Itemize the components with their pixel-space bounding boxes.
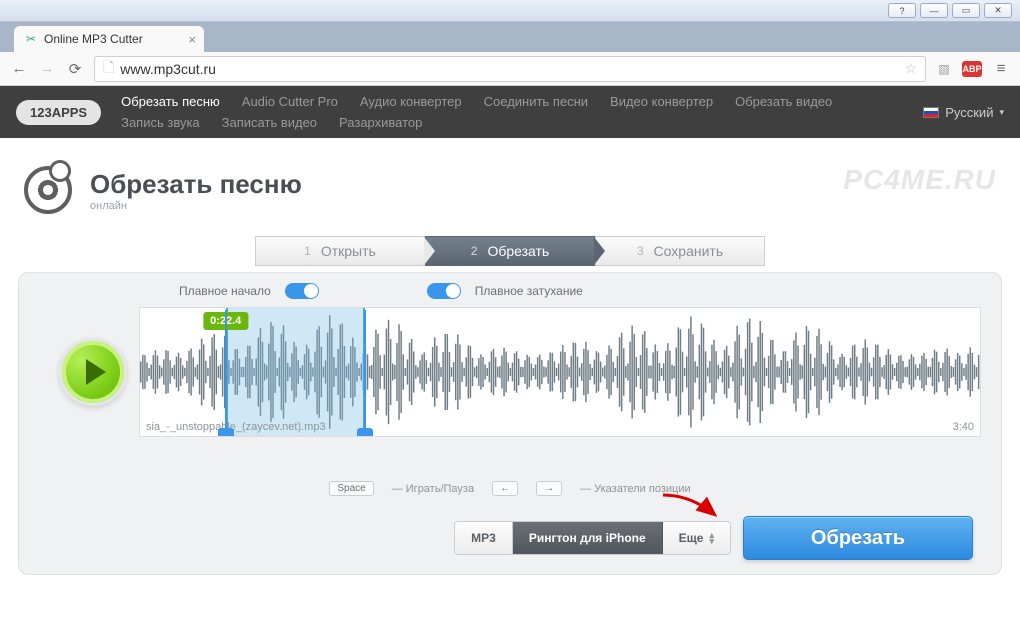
browser-tab-strip: ✂ Online MP3 Cutter × (0, 22, 1020, 52)
bookmark-star-icon[interactable]: ☆ (904, 60, 917, 77)
os-minimize-button[interactable]: — (920, 3, 948, 18)
nav-unarchiver[interactable]: Разархиватор (339, 115, 422, 130)
format-mp3[interactable]: MP3 (455, 522, 513, 554)
annotation-arrow-icon (661, 491, 721, 521)
step-label: Открыть (321, 243, 376, 259)
extension-icon[interactable]: ▧ (936, 61, 952, 77)
flag-ru-icon (923, 107, 939, 118)
close-icon[interactable]: × (188, 32, 196, 47)
language-selector[interactable]: Русский ▾ (923, 105, 1004, 120)
menu-icon[interactable]: ≡ (992, 60, 1010, 77)
step-cut[interactable]: 2 Обрезать (425, 236, 595, 266)
steps-bar: 1 Открыть 2 Обрезать 3 Сохранить (130, 236, 890, 266)
forward-icon[interactable]: → (38, 60, 56, 77)
chevron-down-icon: ▾ (999, 107, 1004, 118)
page-title: Обрезать песню (90, 169, 302, 200)
adblock-icon[interactable]: ABP (962, 61, 982, 77)
fade-out-toggle[interactable] (427, 283, 461, 299)
step-number: 2 (471, 244, 478, 258)
os-help-button[interactable]: ? (888, 3, 916, 18)
step-number: 1 (304, 244, 311, 258)
filename-label: sia_-_unstoppable_(zaycev.net).mp3 (146, 421, 326, 433)
step-label: Сохранить (654, 243, 724, 259)
format-more-label: Еще (679, 531, 704, 545)
tab-title: Online MP3 Cutter (44, 32, 143, 46)
fade-in-label: Плавное начало (179, 284, 271, 298)
os-titlebar: ? — ▭ ✕ (0, 0, 1020, 22)
vinyl-cut-icon (24, 166, 72, 214)
url-text: www.mp3cut.ru (120, 61, 216, 77)
format-segmented: MP3 Рингтон для iPhone Еще ▴▾ (454, 521, 731, 555)
keycap-right: → (536, 481, 562, 496)
address-bar[interactable]: 🗋 www.mp3cut.ru ☆ (94, 56, 926, 82)
page-icon: 🗋 (103, 57, 114, 81)
nav-cut-video[interactable]: Обрезать видео (735, 94, 832, 109)
waveform-area[interactable]: 0:22.4 sia_-_unstoppable_(zaycev.net).mp… (139, 307, 981, 437)
stepper-icon: ▴▾ (709, 532, 714, 544)
step-number: 3 (637, 244, 644, 258)
fade-controls: Плавное начало Плавное затухание (19, 273, 1001, 307)
language-label: Русский (945, 105, 993, 120)
step-open[interactable]: 1 Открыть (255, 236, 425, 266)
page-subtitle: онлайн (90, 200, 302, 212)
hint-play-pause: — Играть/Пауза (392, 483, 474, 495)
nav-video-converter[interactable]: Видео конвертер (610, 94, 713, 109)
page-header: Обрезать песню онлайн PC4ME.RU (0, 138, 1020, 230)
nav-audio-converter[interactable]: Аудио конвертер (360, 94, 462, 109)
play-button[interactable] (59, 338, 127, 406)
os-close-button[interactable]: ✕ (984, 3, 1012, 18)
keycap-left: ← (492, 481, 518, 496)
keycap-space: Space (329, 481, 373, 496)
nav-cut-song[interactable]: Обрезать песню (121, 94, 220, 109)
site-nav-links: Обрезать песню Audio Cutter Pro Аудио ко… (121, 94, 903, 130)
format-more[interactable]: Еще ▴▾ (663, 522, 730, 554)
browser-toolbar: ← → ⟳ 🗋 www.mp3cut.ru ☆ ▧ ABP ≡ (0, 52, 1020, 86)
site-nav: 123APPS Обрезать песню Audio Cutter Pro … (0, 86, 1020, 138)
browser-tab-active[interactable]: ✂ Online MP3 Cutter × (14, 26, 204, 52)
os-maximize-button[interactable]: ▭ (952, 3, 980, 18)
keyboard-hints: Space — Играть/Пауза ← → — Указатели поз… (19, 481, 1001, 496)
editor-panel: Плавное начало Плавное затухание 0:22.4 … (18, 272, 1002, 575)
reload-icon[interactable]: ⟳ (66, 60, 84, 78)
nav-audio-cutter-pro[interactable]: Audio Cutter Pro (242, 94, 338, 109)
back-icon[interactable]: ← (10, 60, 28, 77)
nav-join-songs[interactable]: Соединить песни (484, 94, 588, 109)
step-label: Обрезать (487, 243, 549, 259)
fade-in-toggle[interactable] (285, 283, 319, 299)
duration-label: 3:40 (953, 421, 974, 433)
watermark-text: PC4ME.RU (843, 164, 996, 196)
fade-out-label: Плавное затухание (475, 284, 583, 298)
scissors-icon: ✂ (24, 32, 38, 46)
selection-start-handle[interactable] (218, 428, 234, 437)
bottom-actions: MP3 Рингтон для iPhone Еще ▴▾ Обрезать (19, 496, 1001, 560)
nav-record-video[interactable]: Записать видео (222, 115, 317, 130)
selection-end-handle[interactable] (357, 428, 373, 437)
cut-button[interactable]: Обрезать (743, 516, 973, 560)
step-save[interactable]: 3 Сохранить (595, 236, 765, 266)
site-logo[interactable]: 123APPS (16, 100, 101, 125)
nav-record-audio[interactable]: Запись звука (121, 115, 200, 130)
format-iphone-ringtone[interactable]: Рингтон для iPhone (513, 522, 663, 554)
